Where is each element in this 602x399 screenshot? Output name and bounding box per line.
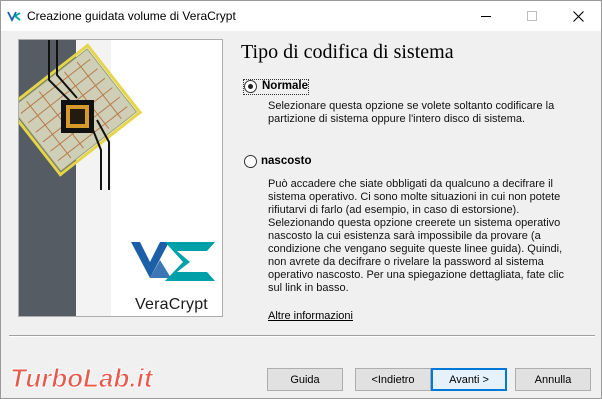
option-normal-label[interactable]: Normale [262, 80, 308, 92]
wizard-side-image: VeraCrypt [18, 39, 223, 317]
radio-hidden[interactable] [244, 155, 257, 168]
more-info-link[interactable]: Altre informazioni [268, 310, 353, 322]
back-button[interactable]: <Indietro [355, 368, 431, 391]
divider [9, 335, 595, 337]
wizard-window: Creazione guidata volume di VeraCrypt Ve… [0, 0, 602, 399]
minimize-icon [481, 15, 491, 17]
cancel-button[interactable]: Annulla [515, 368, 591, 391]
close-button[interactable] [555, 1, 601, 31]
window-title: Creazione guidata volume di VeraCrypt [27, 9, 236, 23]
title-bar[interactable]: Creazione guidata volume di VeraCrypt [1, 1, 601, 31]
veracrypt-chip-logo [19, 40, 222, 316]
help-button[interactable]: Guida [267, 368, 343, 391]
brand-name: VeraCrypt [135, 296, 208, 313]
next-button[interactable]: Avanti > [431, 368, 507, 391]
option-normal-description: Selezionare questa opzione se volete sol… [268, 100, 555, 125]
turbolab-watermark: TurboLab.it [10, 363, 155, 394]
option-hidden-description: Può accadere che siate obbligati da qual… [268, 178, 564, 294]
svg-text:TurboLab.it: TurboLab.it [10, 363, 154, 393]
maximize-icon [527, 11, 537, 21]
maximize-button[interactable] [509, 1, 555, 31]
veracrypt-app-icon [7, 11, 21, 23]
option-hidden-label[interactable]: nascosto [261, 155, 312, 167]
close-icon [572, 10, 584, 22]
page-title: Tipo di codifica di sistema [241, 41, 454, 63]
radio-normal[interactable] [244, 80, 257, 93]
minimize-button[interactable] [463, 1, 509, 31]
